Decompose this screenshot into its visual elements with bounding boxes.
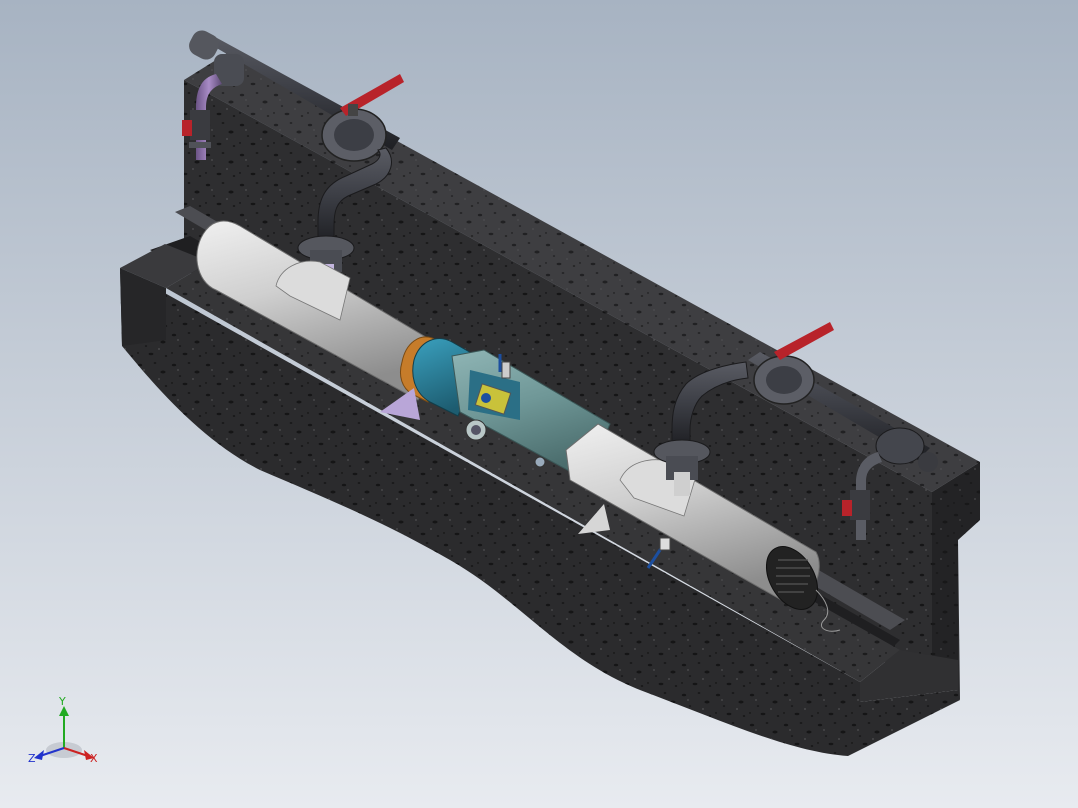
z-axis-label: Z bbox=[28, 752, 36, 765]
assembly-scene bbox=[0, 0, 1078, 808]
x-axis-label: X bbox=[90, 752, 98, 765]
axis-triad[interactable]: Y X Z bbox=[24, 694, 104, 774]
y-axis-label: Y bbox=[58, 695, 66, 708]
cad-viewport[interactable]: Y X Z bbox=[0, 0, 1078, 808]
